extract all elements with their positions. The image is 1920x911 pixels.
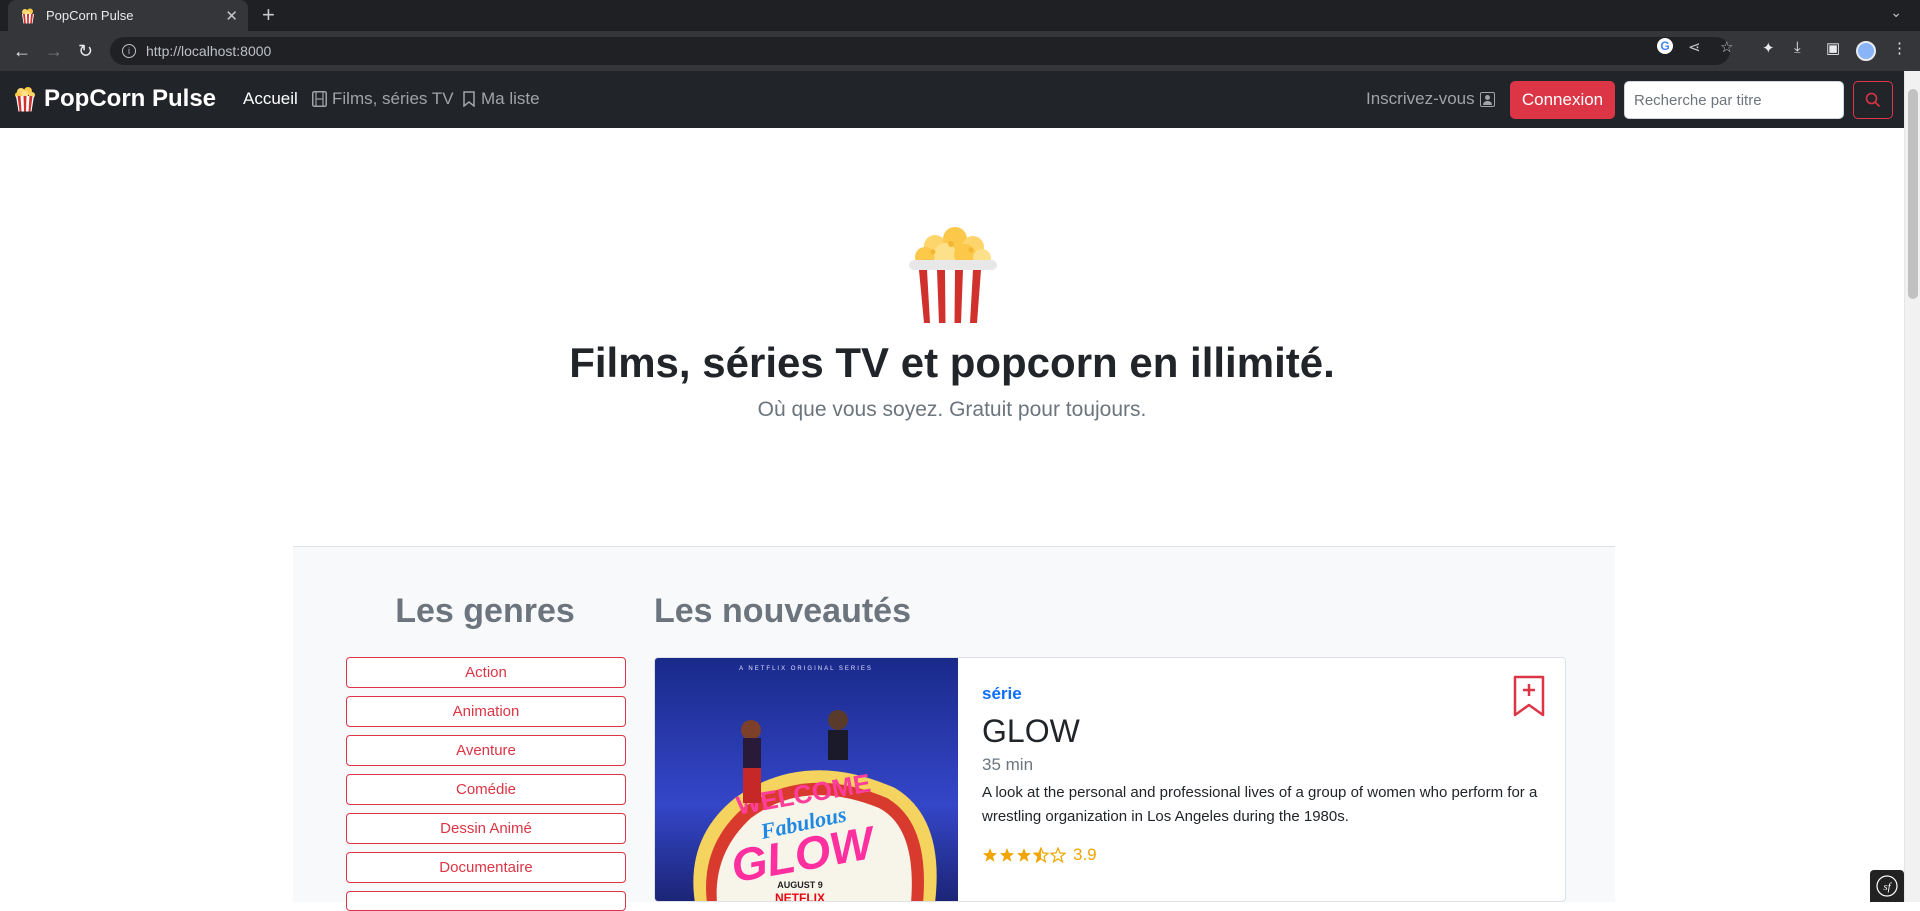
brand-logo[interactable]: PopCorn Pulse: [14, 85, 216, 113]
tab-close-icon[interactable]: ✕: [225, 7, 238, 25]
nav-link-label: Ma liste: [481, 89, 540, 108]
brand-name: PopCorn Pulse: [44, 85, 217, 112]
google-lens-icon[interactable]: G: [1657, 38, 1673, 54]
reload-icon[interactable]: ↻: [78, 39, 93, 63]
media-title[interactable]: GLOW: [982, 713, 1080, 750]
tab-search-chevron-icon[interactable]: ⌄: [1890, 4, 1902, 21]
download-icon[interactable]: ⤓: [1794, 39, 1801, 56]
genre-button-documentaire[interactable]: Documentaire: [346, 852, 626, 883]
hero-title: Films, séries TV et popcorn en illimité.: [569, 339, 1335, 386]
film-icon: [312, 91, 327, 107]
new-tab-button[interactable]: +: [262, 3, 275, 27]
popcorn-icon: [15, 87, 35, 112]
signup-label: Inscrivez-vous: [1366, 89, 1475, 108]
url-text: http://localhost:8000: [146, 43, 272, 59]
poster-date-text: AUGUST 9: [777, 880, 823, 890]
rating-value: 3.9: [1073, 845, 1097, 864]
genre-button-aventure[interactable]: Aventure: [346, 735, 626, 766]
browser-toolbar: ← → ↻ i http://localhost:8000 G ⋖ ☆ ✦ ⤓ …: [0, 31, 1920, 71]
add-to-list-bookmark-icon[interactable]: [1513, 675, 1545, 717]
nav-link-accueil[interactable]: Accueil: [243, 89, 298, 109]
person-badge-icon: [1479, 91, 1495, 107]
star-full-icon: [983, 848, 997, 862]
poster-image[interactable]: A NETFLIX ORIGINAL SERIES WELCOME Fabulo…: [655, 658, 958, 902]
popcorn-hero-icon: [909, 227, 997, 323]
genres-title: Les genres: [395, 592, 575, 630]
new-releases-title: Les nouveautés: [654, 592, 911, 630]
poster-banner-text: A NETFLIX ORIGINAL SERIES: [739, 666, 873, 672]
star-empty-icon: [1050, 847, 1066, 863]
browser-tab[interactable]: PopCorn Pulse ✕: [8, 0, 248, 31]
hero-subtitle: Où que vous soyez. Gratuit pour toujours…: [757, 398, 1147, 421]
symfony-logo-icon: sf: [1876, 875, 1898, 897]
bookmark-icon: [463, 91, 475, 107]
symfony-toolbar-icon[interactable]: sf: [1870, 870, 1904, 902]
popcorn-favicon-icon: [22, 8, 34, 23]
search-input[interactable]: [1624, 81, 1844, 119]
search-button[interactable]: [1853, 81, 1893, 119]
signup-link[interactable]: Inscrivez-vous: [1366, 89, 1495, 109]
site-info-icon[interactable]: i: [122, 44, 136, 58]
svg-text:sf: sf: [1883, 881, 1892, 893]
browser-tabbar: PopCorn Pulse ✕ + ⌄: [0, 0, 1920, 31]
page-scrollbar[interactable]: [1904, 71, 1920, 902]
scrollbar-thumb[interactable]: [1908, 89, 1918, 299]
browser-menu-icon[interactable]: ⋮: [1892, 39, 1907, 57]
genre-button-animation[interactable]: Animation: [346, 696, 626, 727]
media-type-label: série: [982, 684, 1022, 703]
media-duration: 35 min: [982, 755, 1034, 774]
share-icon[interactable]: ⋖: [1688, 38, 1701, 56]
bookmark-star-icon[interactable]: ☆: [1720, 38, 1733, 56]
media-card[interactable]: A NETFLIX ORIGINAL SERIES WELCOME Fabulo…: [654, 657, 1566, 902]
nav-link-films-series[interactable]: Films, séries TV: [312, 89, 454, 109]
side-panel-icon[interactable]: ▣: [1826, 39, 1840, 57]
extensions-puzzle-icon[interactable]: ✦: [1762, 39, 1775, 57]
genre-button-action[interactable]: Action: [346, 657, 626, 688]
search-icon: [1865, 92, 1881, 108]
profile-avatar-icon[interactable]: [1856, 41, 1876, 61]
star-full-icon: [1017, 848, 1031, 862]
tab-title: PopCorn Pulse: [46, 8, 134, 23]
nav-link-label: Films, séries TV: [332, 89, 454, 108]
poster-netflix-text: NETFLIX: [775, 891, 825, 902]
site-navbar: PopCorn Pulse Accueil Films, séries TV M…: [0, 71, 1904, 128]
address-bar[interactable]: i http://localhost:8000: [110, 37, 1730, 65]
star-full-icon: [1000, 848, 1014, 862]
genre-button-comedie[interactable]: Comédie: [346, 774, 626, 805]
media-rating: 3.9: [982, 845, 1097, 865]
star-half-icon: [1033, 847, 1049, 863]
back-arrow-icon[interactable]: ←: [13, 39, 31, 63]
media-description: A look at the personal and professional …: [982, 784, 1538, 825]
genre-button-partial[interactable]: [346, 891, 626, 911]
login-button[interactable]: Connexion: [1510, 81, 1615, 119]
genre-button-dessin-anime[interactable]: Dessin Animé: [346, 813, 626, 844]
forward-arrow-icon[interactable]: →: [45, 39, 63, 63]
nav-link-label: Accueil: [243, 89, 298, 108]
nav-link-ma-liste[interactable]: Ma liste: [463, 89, 540, 109]
